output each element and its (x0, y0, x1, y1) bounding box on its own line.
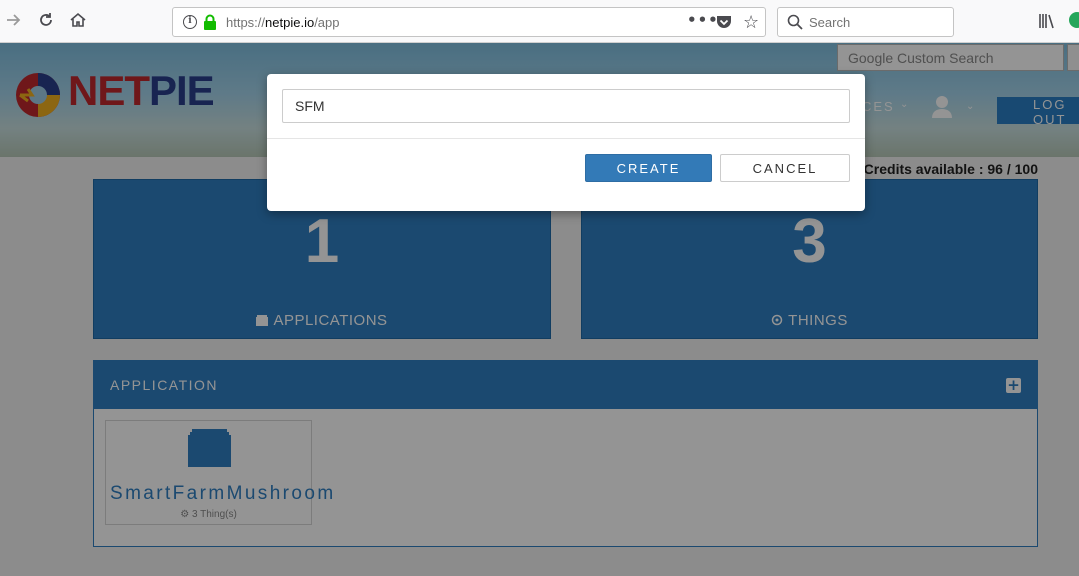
search-icon (787, 14, 803, 30)
application-name-input[interactable] (282, 89, 850, 123)
create-button[interactable]: CREATE (585, 154, 712, 182)
url-text[interactable]: https://netpie.io/app (226, 15, 340, 30)
url-bar[interactable]: i https://netpie.io/app ••• ☆ (172, 7, 766, 37)
reload-icon[interactable] (36, 11, 56, 31)
page-actions-icon[interactable]: ••• (687, 11, 719, 29)
browser-toolbar: i https://netpie.io/app ••• ☆ Search (0, 0, 1079, 43)
modal-divider (267, 138, 865, 139)
home-icon[interactable] (68, 11, 88, 31)
pocket-icon[interactable] (716, 15, 732, 30)
cancel-button[interactable]: CANCEL (720, 154, 850, 182)
lock-icon[interactable] (203, 14, 217, 30)
library-icon[interactable] (1038, 13, 1056, 29)
create-application-dialog: CREATE CANCEL (267, 74, 865, 211)
search-placeholder: Search (809, 15, 851, 30)
bookmark-star-icon[interactable]: ☆ (743, 12, 759, 33)
info-icon[interactable]: i (183, 15, 197, 29)
browser-search-input[interactable]: Search (777, 7, 954, 37)
extension-icon[interactable] (1069, 12, 1079, 28)
forward-icon[interactable] (4, 11, 24, 31)
